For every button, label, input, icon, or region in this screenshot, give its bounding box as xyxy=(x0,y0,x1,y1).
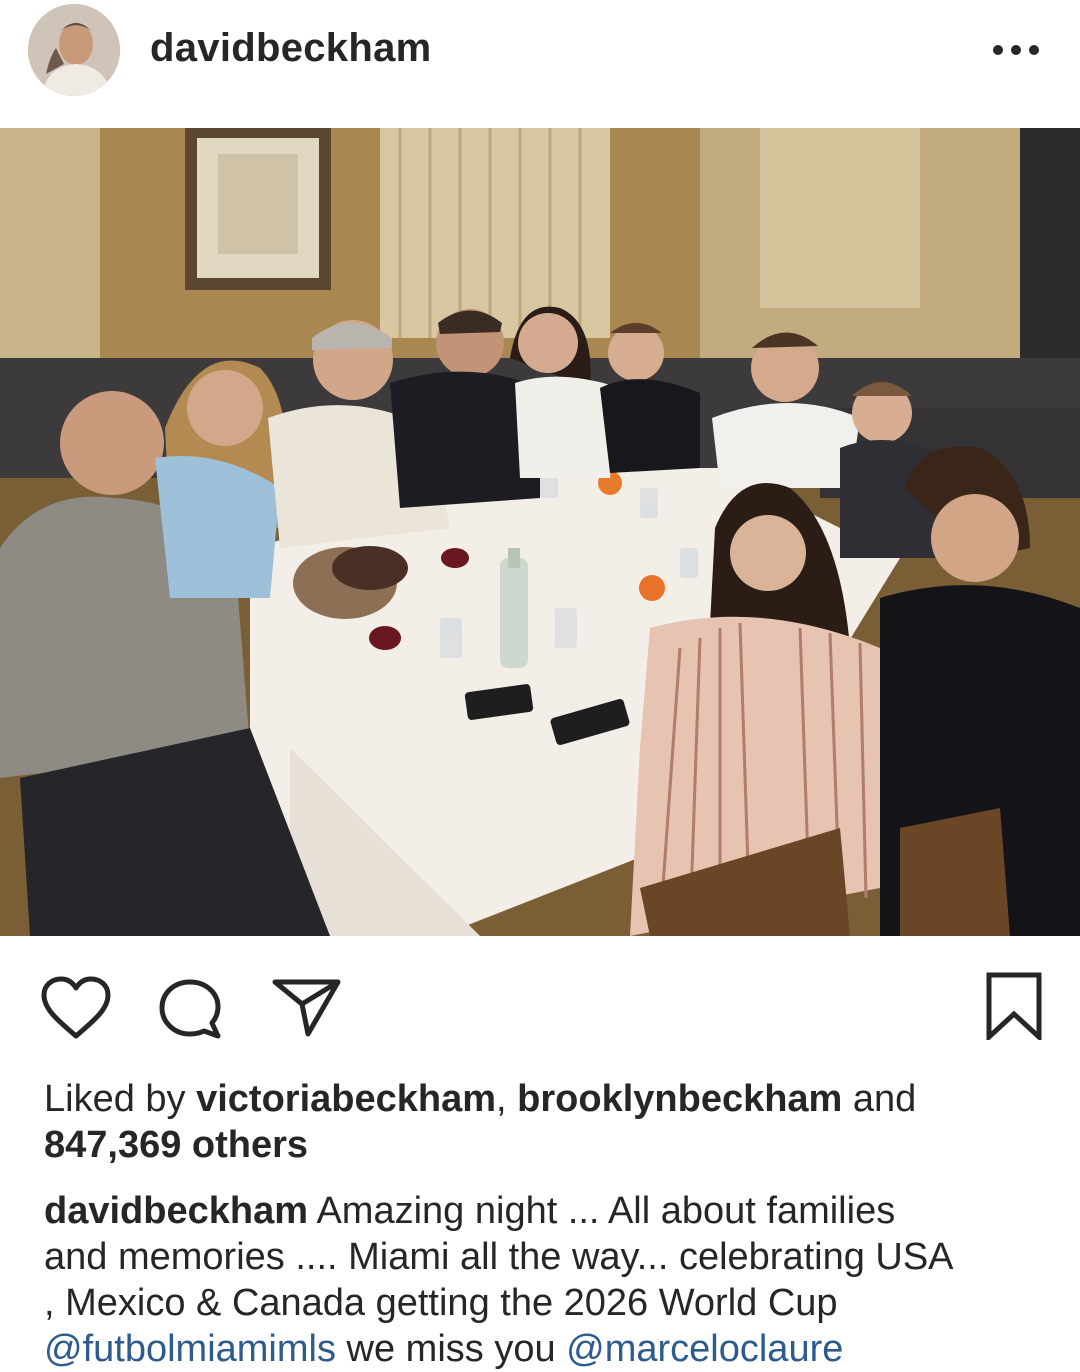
heart-icon[interactable] xyxy=(40,976,112,1042)
avatar[interactable] xyxy=(28,4,120,96)
mention-marceloclaure[interactable]: @marceloclaure xyxy=(566,1328,843,1370)
post-username[interactable]: davidbeckham xyxy=(150,26,432,71)
caption-username[interactable]: davidbeckham xyxy=(44,1190,308,1232)
caption-text-2: and memories .... Miami all the way... c… xyxy=(44,1236,954,1278)
paper-plane-icon[interactable] xyxy=(272,976,342,1038)
likes-and: and xyxy=(842,1078,917,1120)
caption-text-1: Amazing night ... All about families xyxy=(308,1190,896,1232)
comment-bubble-icon[interactable] xyxy=(156,976,226,1042)
liker-victoriabeckham[interactable]: victoriabeckham xyxy=(196,1078,496,1120)
caption-text-mid: we miss you xyxy=(335,1328,567,1370)
likes-count[interactable]: 847,369 others xyxy=(44,1124,308,1166)
liker-brooklynbeckham[interactable]: brooklynbeckham xyxy=(517,1078,842,1120)
action-bar xyxy=(0,936,1080,1066)
post-header: davidbeckham xyxy=(0,0,1080,128)
bookmark-icon[interactable] xyxy=(984,972,1044,1043)
caption-text-3: , Mexico & Canada getting the 2026 World… xyxy=(44,1282,838,1324)
likes-prefix: Liked by xyxy=(44,1078,197,1120)
post-caption: davidbeckham Amazing night ... All about… xyxy=(44,1188,1054,1372)
likes-summary: Liked by victoriabeckham, brooklynbeckha… xyxy=(44,1076,1044,1168)
post-photo[interactable] xyxy=(0,128,1080,936)
mention-futbolmiamimls[interactable]: @futbolmiamimls xyxy=(44,1328,336,1370)
likes-separator: , xyxy=(496,1078,518,1120)
more-options-icon[interactable] xyxy=(988,36,1048,66)
